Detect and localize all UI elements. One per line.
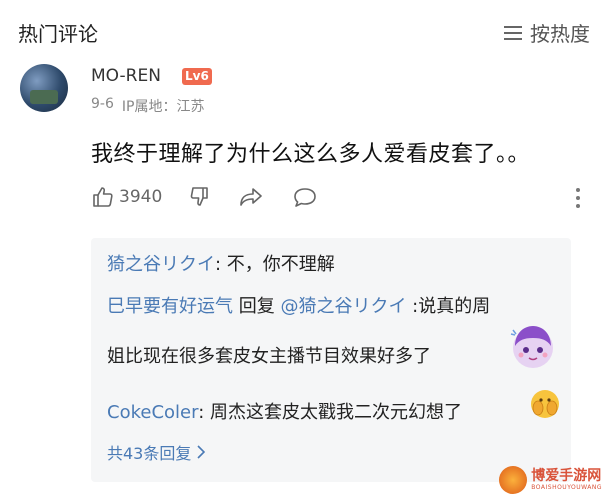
comment-date: 9-6 — [91, 96, 114, 112]
reply-author[interactable]: 巳早要有好运气 — [107, 296, 233, 317]
like-button[interactable]: 3940 — [91, 185, 162, 209]
username[interactable]: MO-REN — [91, 66, 161, 86]
watermark-logo-icon — [499, 466, 528, 494]
watermark-title: 博爱手游网 — [531, 468, 602, 484]
reply-button[interactable] — [292, 185, 318, 209]
reply-author[interactable]: CokeColer — [107, 402, 198, 423]
view-all-replies-link[interactable]: 共43条回复 — [107, 440, 206, 464]
avatar[interactable] — [20, 64, 68, 112]
reply-author[interactable]: 猗之谷リクイ — [107, 254, 215, 275]
reply-count-label: 共43条回复 — [107, 444, 192, 463]
reply-to-label: 回复 — [233, 296, 281, 317]
reply-text: 不，你不理解 — [226, 254, 335, 275]
reply-separator: : — [215, 254, 227, 275]
more-vertical-icon — [576, 188, 580, 208]
comment-meta: 9-6 IP属地：江苏 — [91, 96, 204, 116]
sort-by-popularity-button[interactable]: 按热度 — [504, 18, 590, 47]
reply-mention[interactable]: @猗之谷リクイ — [280, 296, 406, 317]
chevron-right-icon — [197, 445, 206, 459]
dislike-button[interactable] — [188, 185, 212, 209]
watermark-subtitle: BOAISHOUYOUWANG — [531, 484, 602, 491]
comments-header: 热门评论 按热度 — [0, 0, 610, 62]
comment-actions: 3940 — [91, 182, 318, 212]
like-count: 3940 — [119, 187, 163, 207]
sort-icon — [504, 25, 524, 41]
level-badge: Lv6 — [182, 68, 212, 85]
sort-label: 按热度 — [530, 22, 590, 46]
reply-text: :说真的周 — [406, 296, 491, 317]
share-icon — [240, 188, 263, 206]
ip-location: IP属地：江苏 — [121, 99, 205, 115]
more-options-button[interactable] — [575, 186, 581, 210]
site-watermark: 博爱手游网 BOAISHOUYOUWANG — [499, 466, 602, 494]
reply-text-continued: 姐比现在很多套皮女主播节目效果好多了 — [107, 346, 431, 367]
reply-text: 周杰这套皮太戳我二次元幻想了 — [209, 402, 462, 423]
anime-girl-sticker — [507, 320, 559, 372]
reply-preview-box[interactable]: 猗之谷リクイ: 不，你不理解 巳早要有好运气 回复 @猗之谷リクイ :说真的周 … — [91, 238, 571, 482]
covering-face-emoji — [529, 388, 561, 420]
reply-item[interactable]: 巳早要有好运气 回复 @猗之谷リクイ :说真的周 — [107, 292, 490, 318]
share-button[interactable] — [238, 185, 264, 209]
reply-item[interactable]: 猗之谷リクイ: 不，你不理解 — [107, 250, 335, 276]
thumbs-down-icon — [190, 187, 209, 206]
thumbs-up-icon — [93, 187, 113, 207]
comment-text: 我终于理解了为什么这么多人爱看皮套了。。 — [91, 142, 531, 167]
comment-bubble-icon — [294, 188, 317, 207]
reply-separator: : — [198, 402, 210, 423]
section-title: 热门评论 — [18, 22, 98, 46]
reply-item[interactable]: CokeColer: 周杰这套皮太戳我二次元幻想了 — [107, 398, 462, 424]
